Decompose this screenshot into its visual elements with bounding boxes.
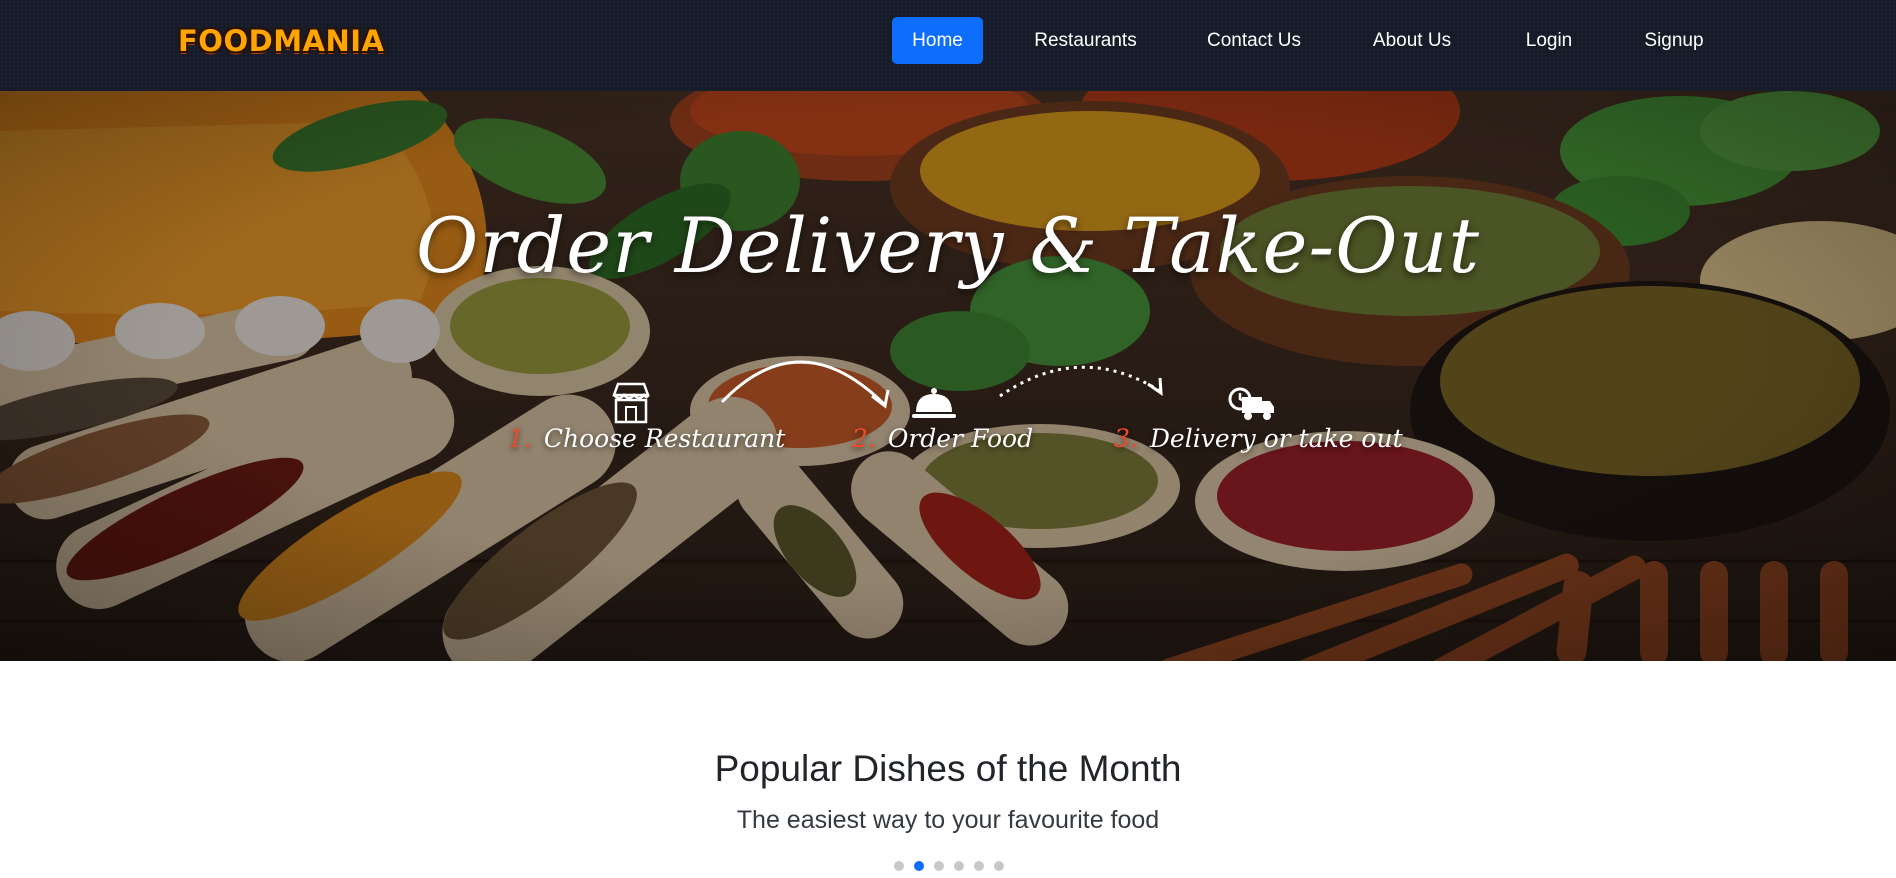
- step-label: Order Food: [887, 424, 1034, 453]
- nav-link-signup[interactable]: Signup: [1632, 17, 1716, 64]
- step-number: 3.: [1114, 424, 1138, 453]
- step-delivery-or-take-out: 3. Delivery or take out: [1114, 421, 1403, 457]
- top-navbar: FOODMANIA Home Restaurants Contact Us Ab…: [0, 0, 1896, 91]
- section-title: Popular Dishes of the Month: [714, 748, 1182, 789]
- nav-link-home[interactable]: Home: [892, 17, 983, 64]
- foodmania-logo[interactable]: FOODMANIA: [178, 24, 385, 60]
- step-label: Choose Restaurant: [543, 424, 786, 453]
- nav-link-login[interactable]: Login: [1510, 17, 1588, 64]
- cloche-icon: [912, 388, 956, 418]
- carousel-dot[interactable]: [954, 861, 964, 871]
- nav-link-about-us[interactable]: About Us: [1362, 17, 1462, 64]
- step-choose-restaurant: 1. Choose Restaurant: [508, 421, 785, 457]
- step-label: Delivery or take out: [1149, 424, 1403, 453]
- storefront-icon: [612, 382, 650, 424]
- carousel-dot[interactable]: [914, 861, 924, 871]
- step-number: 1.: [508, 424, 532, 453]
- section-subtitle: The easiest way to your favourite food: [736, 806, 1160, 834]
- step-order-food: 2. Order Food: [852, 421, 1033, 457]
- nav-link-restaurants[interactable]: Restaurants: [1022, 17, 1149, 64]
- hero-title: Order Delivery & Take-Out: [415, 201, 1481, 290]
- spices-background-image: [0, 91, 1896, 661]
- carousel-dot[interactable]: [974, 861, 984, 871]
- carousel-dot[interactable]: [934, 861, 944, 871]
- nav-link-contact-us[interactable]: Contact Us: [1196, 17, 1312, 64]
- step-number: 2.: [852, 424, 876, 453]
- hero-banner: Order Delivery & Take-Out 1. Choose Resta…: [0, 91, 1896, 661]
- carousel-dot[interactable]: [994, 861, 1004, 871]
- carousel-dot[interactable]: [894, 861, 904, 871]
- delivery-truck-icon: [1228, 387, 1274, 420]
